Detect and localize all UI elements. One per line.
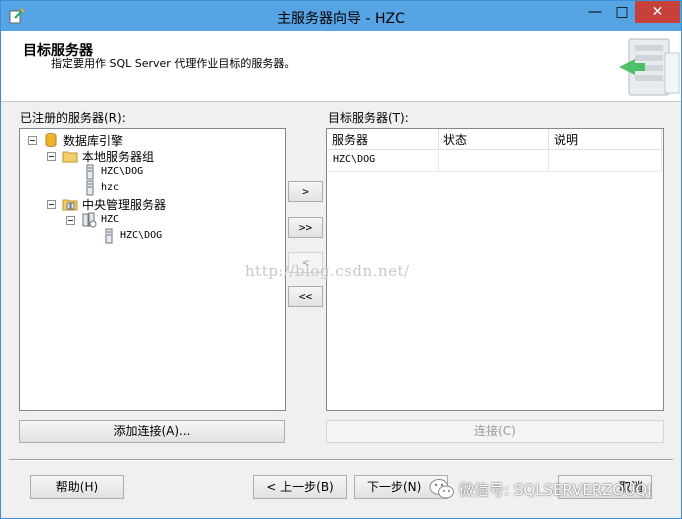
help-button[interactable]: 帮助(H) — [30, 475, 124, 499]
collapse-icon[interactable] — [66, 216, 75, 225]
tree-node-server[interactable]: HZC\DOG — [20, 228, 285, 244]
folder-icon — [62, 151, 78, 163]
server-icon — [86, 180, 94, 196]
connect-button[interactable]: 连接(C) — [326, 420, 664, 443]
tree-node-label: HZC — [101, 214, 120, 225]
tree-node-database-engine[interactable]: 数据库引擎 — [20, 132, 285, 148]
tree-node-label: 本地服务器组 — [82, 150, 155, 164]
page-subtitle: 指定要用作 SQL Server 代理作业目标的服务器。 — [51, 57, 296, 70]
tree-node-label: hzc — [101, 182, 120, 193]
tree-node-label: 中央管理服务器 — [82, 198, 167, 212]
collapse-icon[interactable] — [28, 136, 37, 145]
column-header-description[interactable]: 说明 — [554, 131, 578, 148]
database-icon — [45, 133, 57, 147]
tree-node-label: HZC\DOG — [101, 166, 144, 177]
maximize-button[interactable]: □ — [609, 1, 635, 23]
cell-server: HZC\DOG — [333, 154, 376, 165]
cell-divider — [438, 149, 439, 171]
column-divider[interactable] — [438, 129, 439, 149]
remove-all-button[interactable]: << — [288, 286, 323, 307]
registered-servers-label: 已注册的服务器(R): — [20, 111, 126, 125]
footer-separator — [9, 459, 673, 461]
wizard-window: 主服务器向导 - HZC — □ ✕ 目标服务器 指定要用作 SQL Serve… — [0, 0, 682, 519]
tree-node-label: HZC\DOG — [120, 230, 163, 241]
wizard-header: 目标服务器 指定要用作 SQL Server 代理作业目标的服务器。 — [1, 31, 681, 102]
tree-node-server[interactable]: HZC\DOG — [20, 164, 285, 180]
server-icon — [86, 164, 94, 180]
tree-node-server-group[interactable]: HZC — [20, 212, 285, 228]
add-connection-button[interactable]: 添加连接(A)... — [19, 420, 285, 443]
title-bar[interactable]: 主服务器向导 - HZC — □ ✕ — [1, 1, 681, 31]
central-management-icon — [62, 199, 78, 211]
cell-divider — [548, 149, 549, 171]
tree-node-central-management[interactable]: 中央管理服务器 — [20, 196, 285, 212]
wechat-id-text: 微信号: SQLSERVERZOUQI — [459, 481, 652, 499]
window-title: 主服务器向导 - HZC — [277, 11, 405, 27]
column-divider[interactable] — [548, 129, 549, 149]
wechat-icon — [429, 479, 454, 499]
close-button[interactable]: ✕ — [635, 1, 680, 23]
server-wizard-graphic-icon — [619, 38, 680, 96]
collapse-icon[interactable] — [47, 152, 56, 161]
blog-watermark: http://blog.csdn.net/ — [245, 262, 410, 280]
column-header-server[interactable]: 服务器 — [332, 131, 368, 148]
tree-node-local-server-group[interactable]: 本地服务器组 — [20, 148, 285, 164]
add-all-button[interactable]: >> — [288, 217, 323, 238]
tree-node-label: 数据库引擎 — [63, 134, 124, 148]
column-divider — [661, 129, 662, 149]
minimize-button[interactable]: — — [581, 1, 609, 23]
target-servers-label: 目标服务器(T): — [328, 111, 409, 125]
server-icon — [105, 228, 113, 244]
back-button[interactable]: < 上一步(B) — [253, 475, 347, 499]
server-group-icon — [82, 212, 97, 228]
collapse-icon[interactable] — [47, 200, 56, 209]
row-divider — [329, 171, 661, 172]
tree-node-server[interactable]: hzc — [20, 180, 285, 196]
add-selected-button[interactable]: > — [288, 181, 323, 202]
column-header-status[interactable]: 状态 — [443, 131, 467, 148]
cell-divider — [661, 149, 662, 171]
list-header: 服务器 状态 说明 — [327, 129, 663, 150]
